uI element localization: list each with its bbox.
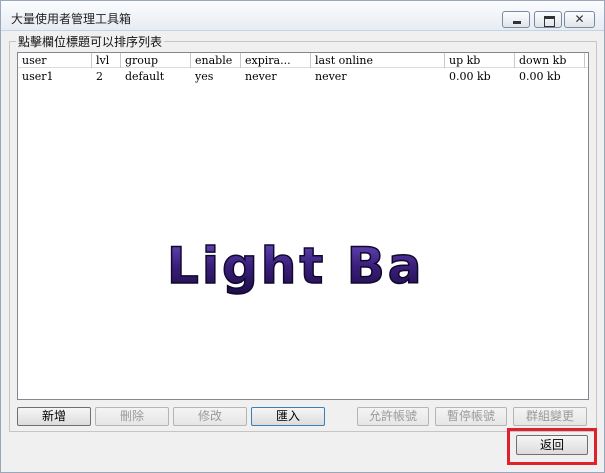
cell-lvl: 2 (96, 70, 103, 83)
column-header-down-kb[interactable]: down kb (515, 53, 585, 68)
cell-user: user1 (22, 70, 54, 83)
close-button[interactable]: ✕ (564, 11, 595, 28)
delete-button[interactable]: 刪除 (95, 407, 169, 426)
cell-group: default (125, 70, 165, 83)
cell-enable: yes (195, 70, 214, 83)
group-change-button[interactable]: 群組變更 (513, 407, 587, 426)
group-title: 點擊欄位標題可以排序列表 (16, 33, 165, 50)
window-title: 大量使用者管理工具箱 (11, 12, 132, 26)
cell-down-kb: 0.00 kb (519, 70, 561, 83)
column-header-user[interactable]: user (18, 53, 92, 68)
import-button[interactable]: 匯入 (251, 407, 325, 426)
highlight-annotation (507, 428, 597, 465)
light-bar-logo: Light Bar (166, 236, 421, 296)
column-header-enable[interactable]: enable (191, 53, 241, 68)
maximize-icon (535, 12, 561, 27)
user-management-window: 大量使用者管理工具箱 ✕ 點擊欄位標題可以排序列表 user lvl group… (0, 0, 605, 473)
logo-text: Light Bar (167, 237, 421, 295)
column-header-up-kb[interactable]: up kb (445, 53, 515, 68)
minimize-button[interactable] (502, 11, 530, 28)
title-bar[interactable]: 大量使用者管理工具箱 ✕ (1, 1, 604, 31)
column-header-lvl[interactable]: lvl (92, 53, 121, 68)
maximize-button[interactable] (534, 11, 562, 28)
minimize-icon (503, 12, 529, 27)
cell-up-kb: 0.00 kb (449, 70, 491, 83)
allow-account-button[interactable]: 允許帳號 (357, 407, 429, 426)
close-icon: ✕ (574, 12, 585, 26)
table-row[interactable]: user1 2 default yes never never 0.00 kb … (18, 69, 588, 85)
table-header: user lvl group enable expira... last onl… (18, 53, 588, 68)
suspend-account-button[interactable]: 暫停帳號 (435, 407, 507, 426)
cell-last-online: never (315, 70, 347, 83)
column-header-group[interactable]: group (121, 53, 191, 68)
column-header-expiration[interactable]: expira... (241, 53, 311, 68)
column-header-last-online[interactable]: last online (311, 53, 445, 68)
add-button[interactable]: 新增 (17, 407, 91, 426)
edit-button[interactable]: 修改 (173, 407, 247, 426)
cell-expiration: never (245, 70, 277, 83)
